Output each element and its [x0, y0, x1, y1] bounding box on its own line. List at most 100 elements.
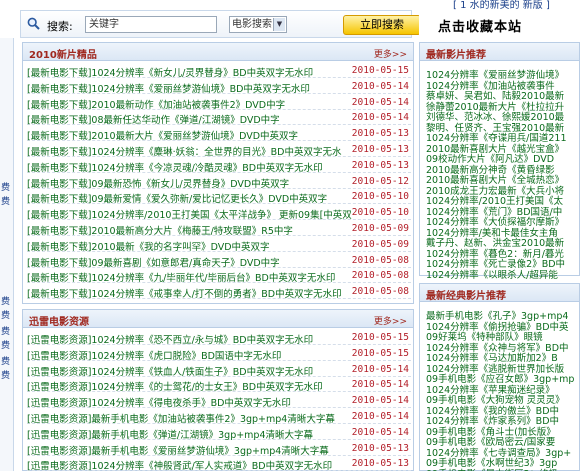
- list-item[interactable]: [迅雷电影资源]1024分辨率《虎口脱险》BD国语中字无水印 2010-05-15: [27, 346, 411, 362]
- list-item-link[interactable]: [最新电影下载]09最新爱情《爱久弥新/爱比记忆更长久》DVD中英双字: [27, 191, 327, 205]
- classic-recommend-header: 最新经典影片推荐: [420, 284, 579, 302]
- list-item[interactable]: [最新电影下载]1024分辨率《戒事幸人/打不倒的勇者》BD中英双字无水印 201…: [27, 284, 411, 300]
- list-item-link[interactable]: [最新电影下载]1024分辨率/2010王打美国《太平洋战争》 更新09集[中英…: [27, 207, 352, 221]
- list-item-link[interactable]: [最新电影下载]2010最新《我的名字叫罕》DVD中英双字: [27, 239, 270, 253]
- search-bar: 搜索: 关键字 电影搜索 ▼ 立即搜索: [20, 10, 421, 38]
- list-item[interactable]: [迅雷电影资源]最新手机电影《加油站被袭事件2》3gp+mp4清晰大字幕 2010…: [27, 409, 411, 425]
- list-item-link[interactable]: [最新电影下载]09最新喜剧《如意郎君/真命天子》DVD中字: [27, 255, 280, 269]
- list-item-link[interactable]: [最新电影下载]2010最新动作《加油站被袭事件2》DVD中字: [27, 97, 285, 111]
- list-item-date: 2010-05-14: [351, 395, 409, 407]
- list-item-link[interactable]: [最新电影下载]1024分辨率《新女儿/灵界替身》BD中英双字无水印: [27, 65, 313, 79]
- list-item-date: 2010-05-15: [351, 347, 409, 359]
- xunlei-title: 迅雷电影资源: [29, 317, 89, 328]
- list-item-link[interactable]: [迅雷电影资源]最新手机电影《弹道/江湖镜》3gp+mp4清晰大字幕: [27, 427, 313, 441]
- list-item[interactable]: [最新电影下载]1024分辨率《爱丽丝梦游仙境》BD中英双字无水印 2010-05…: [27, 79, 411, 95]
- list-item-link[interactable]: [迅雷电影资源]最新手机电影《爱丽丝梦游仙境》3gp+mp4清晰大字幕: [27, 443, 329, 457]
- list-item[interactable]: [最新电影下载]2010最新大片《爱丽丝梦游仙境》DVD中英双字 2010-05-…: [27, 126, 411, 142]
- list-item[interactable]: [最新电影下载]2010最新《我的名字叫罕》DVD中英双字 2010-05-09: [27, 237, 411, 253]
- list-item[interactable]: [最新电影下载]2010最新动作《加油站被袭事件2》DVD中字 2010-05-1…: [27, 95, 411, 111]
- latest-recommend-panel: 最新影片推荐 1024分辨率《爱丽丝梦游仙境》 1024分辨率《加油站被袭事件 蔡卓…: [419, 42, 580, 281]
- recommend-link[interactable]: 09手机电影《暴力街区2：终极: [426, 466, 576, 471]
- list-item-date: 2010-05-14: [351, 411, 409, 422]
- list-item-date: 2010-05-09: [351, 223, 409, 234]
- edge-text: 费: [1, 357, 11, 367]
- list-item-date: 2010-05-13: [351, 159, 409, 171]
- list-item-date: 2010-05-15: [351, 65, 409, 76]
- list-item[interactable]: [最新电影下载]2010最新高分大片《梅藤王/特攻联盟》R5中字 2010-05-…: [27, 221, 411, 237]
- search-icon: [27, 17, 40, 30]
- list-item[interactable]: [迅雷电影资源]1024分辨率《铁血人/铁面生子》BD中英双字无水印 2010-0…: [27, 362, 411, 378]
- edge-text: 费: [1, 327, 11, 337]
- list-item-link[interactable]: [迅雷电影资源]1024分辨率《得电夜杀手》BD中英双字无水印: [27, 395, 291, 409]
- list-item[interactable]: [迅雷电影资源]1024分辨率《神般肾武/军人实戒道》BD中英双字无水印 2010…: [27, 456, 411, 471]
- edge-text: 费: [1, 311, 11, 321]
- list-item[interactable]: [最新电影下载]1024分辨率《麋琳·妖翁：全世界的目光》BD中英双字无水 201…: [27, 142, 411, 158]
- list-item-link[interactable]: [最新电影下载]1024分辨率《爱丽丝梦游仙境》BD中英双字无水印: [27, 81, 310, 95]
- list-item-link[interactable]: [最新电影下载]2010最新大片《爱丽丝梦游仙境》DVD中英双字: [27, 128, 298, 142]
- list-item-link[interactable]: [最新电影下载]08最新任达华动作《弹道/江湖镜》DVD中字: [27, 112, 280, 126]
- list-item[interactable]: [最新电影下载]1024分辨率/2010王打美国《太平洋战争》 更新09集[中英…: [27, 205, 411, 221]
- list-item-date: 2010-05-08: [351, 254, 409, 266]
- list-item-link[interactable]: [最新电影下载]1024分辨率《麋琳·妖翁：全世界的目光》BD中英双字无水: [27, 144, 341, 158]
- list-item[interactable]: [迅雷电影资源]最新手机电影《爱丽丝梦游仙境》3gp+mp4清晰大字幕 2010-…: [27, 441, 411, 457]
- search-input[interactable]: 关键字: [85, 16, 217, 33]
- list-item-date: 2010-05-14: [351, 80, 409, 92]
- search-label: 搜索:: [47, 20, 73, 33]
- list-item-date: 2010-05-09: [351, 238, 409, 250]
- list-item-date: 2010-05-13: [351, 458, 409, 470]
- list-item[interactable]: [迅雷电影资源]1024分辨率《的士鸳花/的士女王》BD中英双字无水印 2010-…: [27, 377, 411, 393]
- list-item-link[interactable]: [迅雷电影资源]1024分辨率《铁血人/铁面生子》BD中英双字无水印: [27, 364, 313, 378]
- list-item[interactable]: [最新电影下载]09最新爱情《爱久弥新/爱比记忆更长久》DVD中英双字 2010-…: [27, 189, 411, 205]
- list-item[interactable]: [最新电影下载]09最新恐怖《新女儿/灵界替身》DVD中英双字 2010-05-1…: [27, 174, 411, 190]
- list-item-link[interactable]: [最新电影下载]2010最新高分大片《梅藤王/特攻联盟》R5中字: [27, 223, 293, 237]
- bookmark-box[interactable]: 点击收藏本站: [419, 12, 580, 38]
- search-type-select[interactable]: 电影搜索 ▼: [229, 16, 287, 33]
- list-item[interactable]: [迅雷电影资源]最新手机电影《弹道/江湖镜》3gp+mp4清晰大字幕 2010-0…: [27, 425, 411, 441]
- latest-recommend-title: 最新影片推荐: [426, 50, 486, 61]
- list-item-link[interactable]: [迅雷电影资源]1024分辨率《虎口脱险》BD国语中字无水印: [27, 348, 281, 362]
- edge-text: 费: [1, 183, 11, 193]
- list-item-date: 2010-05-12: [351, 175, 409, 187]
- bookmark-link[interactable]: 点击收藏本站: [438, 16, 522, 35]
- list-item-link[interactable]: [迅雷电影资源]1024分辨率《的士鸳花/的士女王》BD中英双字无水印: [27, 379, 323, 393]
- chevron-down-icon[interactable]: ▼: [273, 18, 285, 31]
- edge-text: 费: [1, 297, 11, 307]
- list-item-link[interactable]: [最新电影下载]09最新恐怖《新女儿/灵界替身》DVD中英双字: [27, 176, 289, 190]
- list-item[interactable]: [迅雷电影资源]1024分辨率《恐不西立/永与城》BD中英双字无水印 2010-0…: [27, 330, 411, 346]
- search-button[interactable]: 立即搜索: [343, 15, 421, 35]
- list-item-link[interactable]: [迅雷电影资源]1024分辨率《恐不西立/永与城》BD中英双字无水印: [27, 332, 313, 346]
- list-item[interactable]: [最新电影下载]1024分辨率《今凉灵魂/冷酷灵魂》BD中英双字无水印 2010-…: [27, 158, 411, 174]
- list-item-date: 2010-05-10: [351, 191, 409, 203]
- list-item-link[interactable]: [迅雷电影资源]1024分辨率《神般肾武/军人实戒道》BD中英双字无水印: [27, 458, 332, 471]
- new-releases-title: 2010新片精品: [29, 50, 97, 61]
- edge-text: 费: [1, 371, 11, 381]
- xunlei-more-link[interactable]: 更多>>: [374, 314, 407, 327]
- list-item[interactable]: [最新电影下载]08最新任达华动作《弹道/江湖镜》DVD中字 2010-05-14: [27, 110, 411, 126]
- new-releases-panel: 2010新片精品 更多>> [最新电影下载]1024分辨率《新女儿/灵界替身》B…: [22, 42, 414, 304]
- list-item-link[interactable]: [最新电影下载]1024分辨率《今凉灵魂/冷酷灵魂》BD中英双字无水印: [27, 160, 323, 174]
- xunlei-header: 迅雷电影资源 更多>>: [23, 310, 413, 328]
- new-releases-more-link[interactable]: 更多>>: [374, 47, 407, 60]
- left-edge-strip: 费 费 费 费 费 费 费 费: [0, 38, 14, 471]
- new-releases-header: 2010新片精品 更多>>: [23, 43, 413, 61]
- list-item[interactable]: [最新电影下载]09最新喜剧《如意郎君/真命天子》DVD中字 2010-05-08: [27, 253, 411, 269]
- list-item-link[interactable]: [最新电影下载]1024分辨率《九/毕丽年代/毕丽后台》BD中英双字无水印: [27, 270, 335, 284]
- top-header-text: [ 1 水的新美的 新版 ]: [453, 0, 550, 11]
- list-item-date: 2010-05-08: [351, 286, 409, 298]
- classic-recommend-title: 最新经典影片推荐: [426, 291, 506, 302]
- list-item[interactable]: [最新电影下载]1024分辨率《新女儿/灵界替身》BD中英双字无水印 2010-0…: [27, 63, 411, 79]
- list-item-date: 2010-05-15: [351, 332, 409, 343]
- list-item-date: 2010-05-13: [351, 442, 409, 454]
- top-strip: [ 1 水的新美的 新版 ]: [0, 0, 580, 11]
- list-item-date: 2010-05-13: [351, 144, 409, 155]
- list-item-date: 2010-05-13: [351, 128, 409, 140]
- list-item[interactable]: [迅雷电影资源]1024分辨率《得电夜杀手》BD中英双字无水印 2010-05-1…: [27, 393, 411, 409]
- list-item-date: 2010-05-08: [351, 270, 409, 282]
- latest-recommend-header: 最新影片推荐: [420, 43, 579, 61]
- list-item[interactable]: [最新电影下载]1024分辨率《九/毕丽年代/毕丽后台》BD中英双字无水印 201…: [27, 268, 411, 284]
- list-item-link[interactable]: [迅雷电影资源]最新手机电影《加油站被袭事件2》3gp+mp4清晰大字幕: [27, 411, 335, 425]
- search-type-value: 电影搜索: [232, 19, 272, 30]
- list-item-link[interactable]: [最新电影下载]1024分辨率《戒事幸人/打不倒的勇者》BD中英双字无水印: [27, 286, 342, 300]
- classic-recommend-panel: 最新经典影片推荐 最新手机电影《孔子》3gp+mp4 1024分辨率《偷拐抢骗》B…: [419, 283, 580, 471]
- recommend-link[interactable]: 1024分辨率《以眼杀人/超异能: [426, 267, 576, 281]
